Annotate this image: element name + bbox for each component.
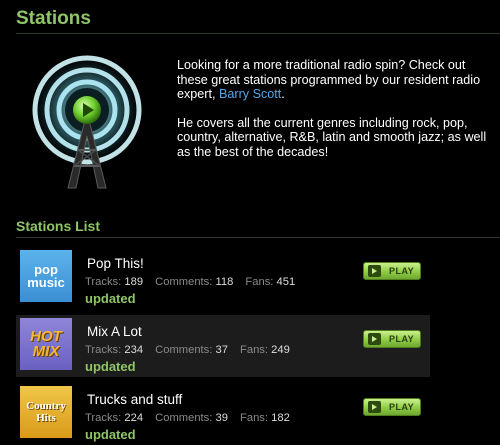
- station-name[interactable]: Mix A Lot: [87, 324, 142, 339]
- comments-count: 37: [215, 344, 228, 356]
- tracks-label: Tracks:: [85, 276, 122, 288]
- intro-paragraph: Looking for a more traditional radio spi…: [177, 58, 493, 102]
- stations-list-title: Stations List: [16, 218, 101, 234]
- station-thumbnail[interactable]: HOT MIX: [20, 318, 72, 370]
- thumb-line: MIX: [32, 343, 60, 360]
- intro-text-end: .: [281, 87, 285, 101]
- comments-label: Comments:: [155, 344, 213, 356]
- tracks-label: Tracks:: [85, 344, 122, 356]
- play-button[interactable]: PLAY: [363, 262, 421, 280]
- station-stats: Tracks: 189 Comments: 118 Fans: 451: [85, 276, 304, 288]
- station-stats: Tracks: 224 Comments: 39 Fans: 182: [85, 412, 299, 424]
- play-button-label: PLAY: [389, 266, 415, 276]
- play-icon: [368, 265, 381, 277]
- fans-label: Fans:: [240, 412, 269, 424]
- thumb-line: Country: [26, 400, 66, 412]
- tracks-label: Tracks:: [85, 412, 122, 424]
- station-thumbnail[interactable]: Country Hits: [20, 386, 72, 438]
- status-badge: updated: [85, 291, 136, 306]
- station-stats: Tracks: 234 Comments: 37 Fans: 249: [85, 344, 299, 356]
- status-badge: updated: [85, 359, 136, 374]
- thumb-line: music: [27, 275, 65, 290]
- play-button-label: PLAY: [389, 402, 415, 412]
- status-badge: updated: [85, 427, 136, 442]
- fans-count: 249: [271, 344, 290, 356]
- intro-text: Looking for a more traditional radio spi…: [177, 58, 493, 173]
- station-thumbnail[interactable]: pop music: [20, 250, 72, 302]
- play-icon: [368, 333, 381, 345]
- fans-label: Fans:: [240, 344, 269, 356]
- tracks-count: 224: [124, 412, 144, 424]
- station-row: HOT MIX Mix A Lot Tracks: 234 Comments: 3…: [16, 315, 430, 377]
- genres-paragraph: He covers all the current genres includi…: [177, 115, 487, 159]
- thumb-line: Hits: [36, 412, 56, 424]
- station-name[interactable]: Trucks and stuff: [87, 392, 182, 407]
- fans-count: 182: [271, 412, 290, 424]
- barry-scott-link[interactable]: Barry Scott: [219, 87, 281, 101]
- station-row: pop music Pop This! Tracks: 189 Comments:…: [16, 247, 430, 309]
- fans-count: 451: [276, 276, 296, 288]
- play-button-label: PLAY: [389, 334, 415, 344]
- play-button[interactable]: PLAY: [363, 330, 421, 348]
- comments-count: 39: [215, 412, 228, 424]
- radio-tower-icon: [28, 52, 146, 192]
- play-icon: [368, 401, 381, 413]
- title-divider: [16, 33, 500, 34]
- play-button[interactable]: PLAY: [363, 398, 421, 416]
- comments-count: 118: [215, 276, 234, 288]
- tracks-count: 234: [124, 344, 144, 356]
- tracks-count: 189: [124, 276, 144, 288]
- comments-label: Comments:: [155, 412, 213, 424]
- page-title: Stations: [16, 8, 91, 29]
- list-divider: [16, 237, 500, 238]
- station-row: Country Hits Trucks and stuff Tracks: 224…: [16, 383, 430, 445]
- station-name[interactable]: Pop This!: [87, 256, 144, 271]
- comments-label: Comments:: [155, 276, 213, 288]
- fans-label: Fans:: [245, 276, 274, 288]
